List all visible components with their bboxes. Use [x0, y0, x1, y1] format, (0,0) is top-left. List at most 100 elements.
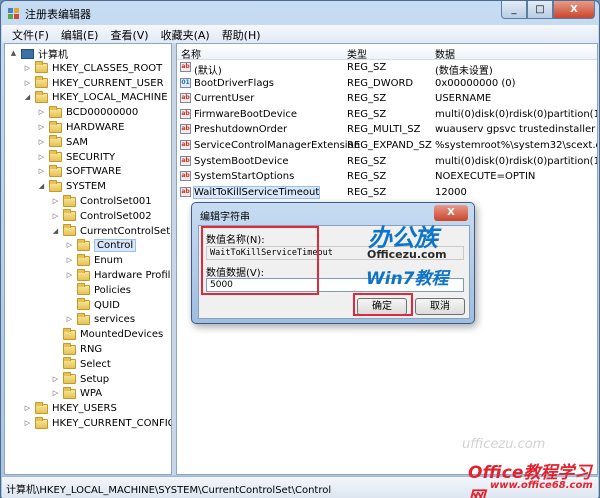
tree-item[interactable]: ▷ HKEY_CURRENT_USER: [23, 76, 164, 91]
expand-toggle-icon[interactable]: ▷: [65, 256, 74, 265]
tree-item-label: ControlSet002: [80, 210, 152, 222]
expand-toggle-icon[interactable]: ▷: [51, 197, 60, 206]
tree-item[interactable]: ▷ SOFTWARE: [37, 164, 121, 179]
value-type: REG_SZ: [347, 108, 387, 120]
tree-item[interactable]: ▷ SAM: [37, 135, 88, 150]
expand-toggle-icon[interactable]: ◢: [37, 182, 46, 191]
expand-toggle-icon[interactable]: ▷: [37, 153, 46, 162]
tree-item[interactable]: ▷ Control: [65, 238, 137, 253]
tree-item[interactable]: ▲ 计算机: [9, 46, 68, 61]
value-type: REG_SZ: [347, 93, 387, 105]
expand-toggle-icon[interactable]: ▷: [37, 138, 46, 147]
menu-edit[interactable]: 编辑(E): [55, 25, 105, 43]
value-row[interactable]: ab CurrentUser REG_SZ USERNAME: [177, 92, 597, 108]
value-name: CurrentUser: [194, 93, 255, 105]
tree-item-label: SECURITY: [66, 151, 116, 163]
expand-toggle-icon[interactable]: ▷: [37, 167, 46, 176]
expand-toggle-icon[interactable]: ▷: [51, 375, 60, 384]
menu-help[interactable]: 帮助(H): [216, 25, 267, 43]
tree-item[interactable]: QUID: [65, 298, 120, 313]
tree-item[interactable]: ▷ ControlSet001: [51, 194, 152, 209]
string-value-icon: ab: [180, 155, 191, 166]
menu-file[interactable]: 文件(F): [6, 25, 55, 43]
tree-item[interactable]: ▷ Setup: [51, 372, 109, 387]
tree-item-label: Select: [80, 358, 111, 370]
tree-item-label: HARDWARE: [66, 122, 125, 133]
cancel-button[interactable]: 取消: [415, 298, 465, 315]
expand-toggle-icon[interactable]: ▷: [23, 64, 32, 73]
string-value-icon: ab: [180, 93, 191, 104]
menu-favorites[interactable]: 收藏夹(A): [155, 25, 216, 43]
value-row[interactable]: ab SystemStartOptions REG_SZ NOEXECUTE=OPTI…: [177, 170, 597, 186]
tree-item[interactable]: ◢ HKEY_LOCAL_MACHINE: [23, 90, 168, 105]
tree-item[interactable]: ▷ HKEY_CLASSES_ROOT: [23, 61, 162, 76]
watermark-faint: ufficezu.com: [462, 437, 546, 452]
expand-toggle-icon[interactable]: ▲: [9, 49, 18, 58]
expand-toggle-icon[interactable]: ▷: [65, 271, 74, 280]
tree-item[interactable]: RNG: [51, 342, 102, 357]
expand-toggle-icon[interactable]: ▷: [51, 389, 60, 398]
tree-item[interactable]: ▷ services: [65, 312, 135, 327]
column-header-name[interactable]: 名称: [181, 46, 201, 61]
expand-toggle-icon[interactable]: ▷: [23, 419, 32, 428]
tree-item[interactable]: ▷ HARDWARE: [37, 120, 124, 135]
value-row[interactable]: ab PreshutdownOrder REG_MULTI_SZ wuauserv g…: [177, 123, 597, 139]
column-header-type[interactable]: 类型: [347, 46, 367, 61]
tree-item[interactable]: ▷ WPA: [51, 386, 102, 401]
tree-item[interactable]: MountedDevices: [51, 327, 163, 342]
folder-icon: [49, 105, 62, 118]
expand-toggle-icon[interactable]: ◢: [51, 227, 60, 236]
tree-item[interactable]: ▷ HKEY_USERS: [23, 401, 117, 416]
minimize-button[interactable]: _: [501, 1, 527, 19]
tree-item-label: Hardware Profile: [94, 270, 172, 281]
string-value-icon: ab: [180, 140, 191, 150]
string-value-icon: ab: [180, 124, 191, 135]
expand-toggle-icon[interactable]: ◢: [23, 93, 32, 102]
expand-toggle-icon[interactable]: ▷: [37, 108, 46, 117]
tree-item[interactable]: ▷ SECURITY: [37, 150, 115, 165]
expand-toggle-icon[interactable]: ▷: [23, 79, 32, 88]
value-row[interactable]: 01 BootDriverFlags REG_DWORD 0x00000000 (0): [177, 77, 597, 93]
expand-toggle-icon[interactable]: ▷: [65, 241, 74, 250]
window-title: 注册表编辑器: [25, 8, 91, 21]
value-data: multi(0)disk(0)rdisk(0)partition(1): [435, 155, 598, 167]
menu-view[interactable]: 查看(V): [104, 25, 154, 43]
value-row[interactable]: ab ServiceControlManagerExtension REG_EXPA…: [177, 139, 597, 155]
registry-tree[interactable]: ▲ 计算机 ▷ HKEY_CLASSES_ROOT ▷ HKEY_CURRENT_USER…: [4, 43, 172, 475]
string-value-icon: ab: [180, 108, 191, 119]
regedit-app-icon: [8, 8, 19, 19]
tree-item-label: services: [94, 314, 136, 326]
maximize-button[interactable]: □: [527, 1, 553, 19]
tree-item[interactable]: ▷ HKEY_CURRENT_CONFIG: [23, 416, 171, 431]
tree-item[interactable]: ◢ CurrentControlSet: [51, 224, 170, 239]
tree-item[interactable]: ▷ BCD00000000: [37, 105, 138, 120]
tree-item[interactable]: ▷ Hardware Profile: [65, 268, 172, 283]
tree-item[interactable]: ▷ ControlSet002: [51, 209, 152, 224]
expand-toggle-icon[interactable]: ▷: [23, 404, 32, 413]
value-row[interactable]: ab (默认) REG_SZ (数值未设置): [177, 61, 597, 77]
folder-icon: [63, 327, 76, 340]
title-bar[interactable]: 注册表编辑器 _ □ X: [1, 1, 599, 25]
folder-icon: [35, 76, 48, 89]
tree-item[interactable]: ▷ Enum: [65, 253, 123, 268]
expand-toggle-icon[interactable]: ▷: [37, 123, 46, 132]
value-name: SystemBootDevice: [194, 155, 289, 167]
folder-icon: [77, 312, 90, 325]
value-data: USERNAME: [435, 93, 492, 105]
close-button[interactable]: X: [553, 1, 595, 19]
dialog-close-button[interactable]: X: [434, 205, 468, 221]
tree-item-label: SOFTWARE: [66, 166, 122, 178]
tree-item-label: HKEY_USERS: [52, 403, 117, 415]
value-row[interactable]: ab SystemBootDevice REG_SZ multi(0)disk(0)r…: [177, 155, 598, 171]
value-row[interactable]: ab FirmwareBootDevice REG_SZ multi(0)disk(0…: [177, 108, 597, 124]
tree-item[interactable]: Select: [51, 357, 111, 372]
tree-item[interactable]: ◢ SYSTEM: [37, 179, 106, 194]
tree-item[interactable]: Policies: [65, 283, 131, 298]
expand-toggle-icon[interactable]: ▷: [51, 212, 60, 221]
menu-bar: 文件(F) 编辑(E) 查看(V) 收藏夹(A) 帮助(H): [2, 25, 598, 43]
column-header-data[interactable]: 数据: [435, 46, 455, 61]
value-row[interactable]: ab WaitToKillServiceTimeout REG_SZ 12000: [177, 185, 597, 202]
expand-toggle-icon[interactable]: ▷: [65, 315, 74, 324]
value-data: 0x00000000 (0): [435, 77, 516, 89]
folder-icon: [63, 386, 76, 399]
